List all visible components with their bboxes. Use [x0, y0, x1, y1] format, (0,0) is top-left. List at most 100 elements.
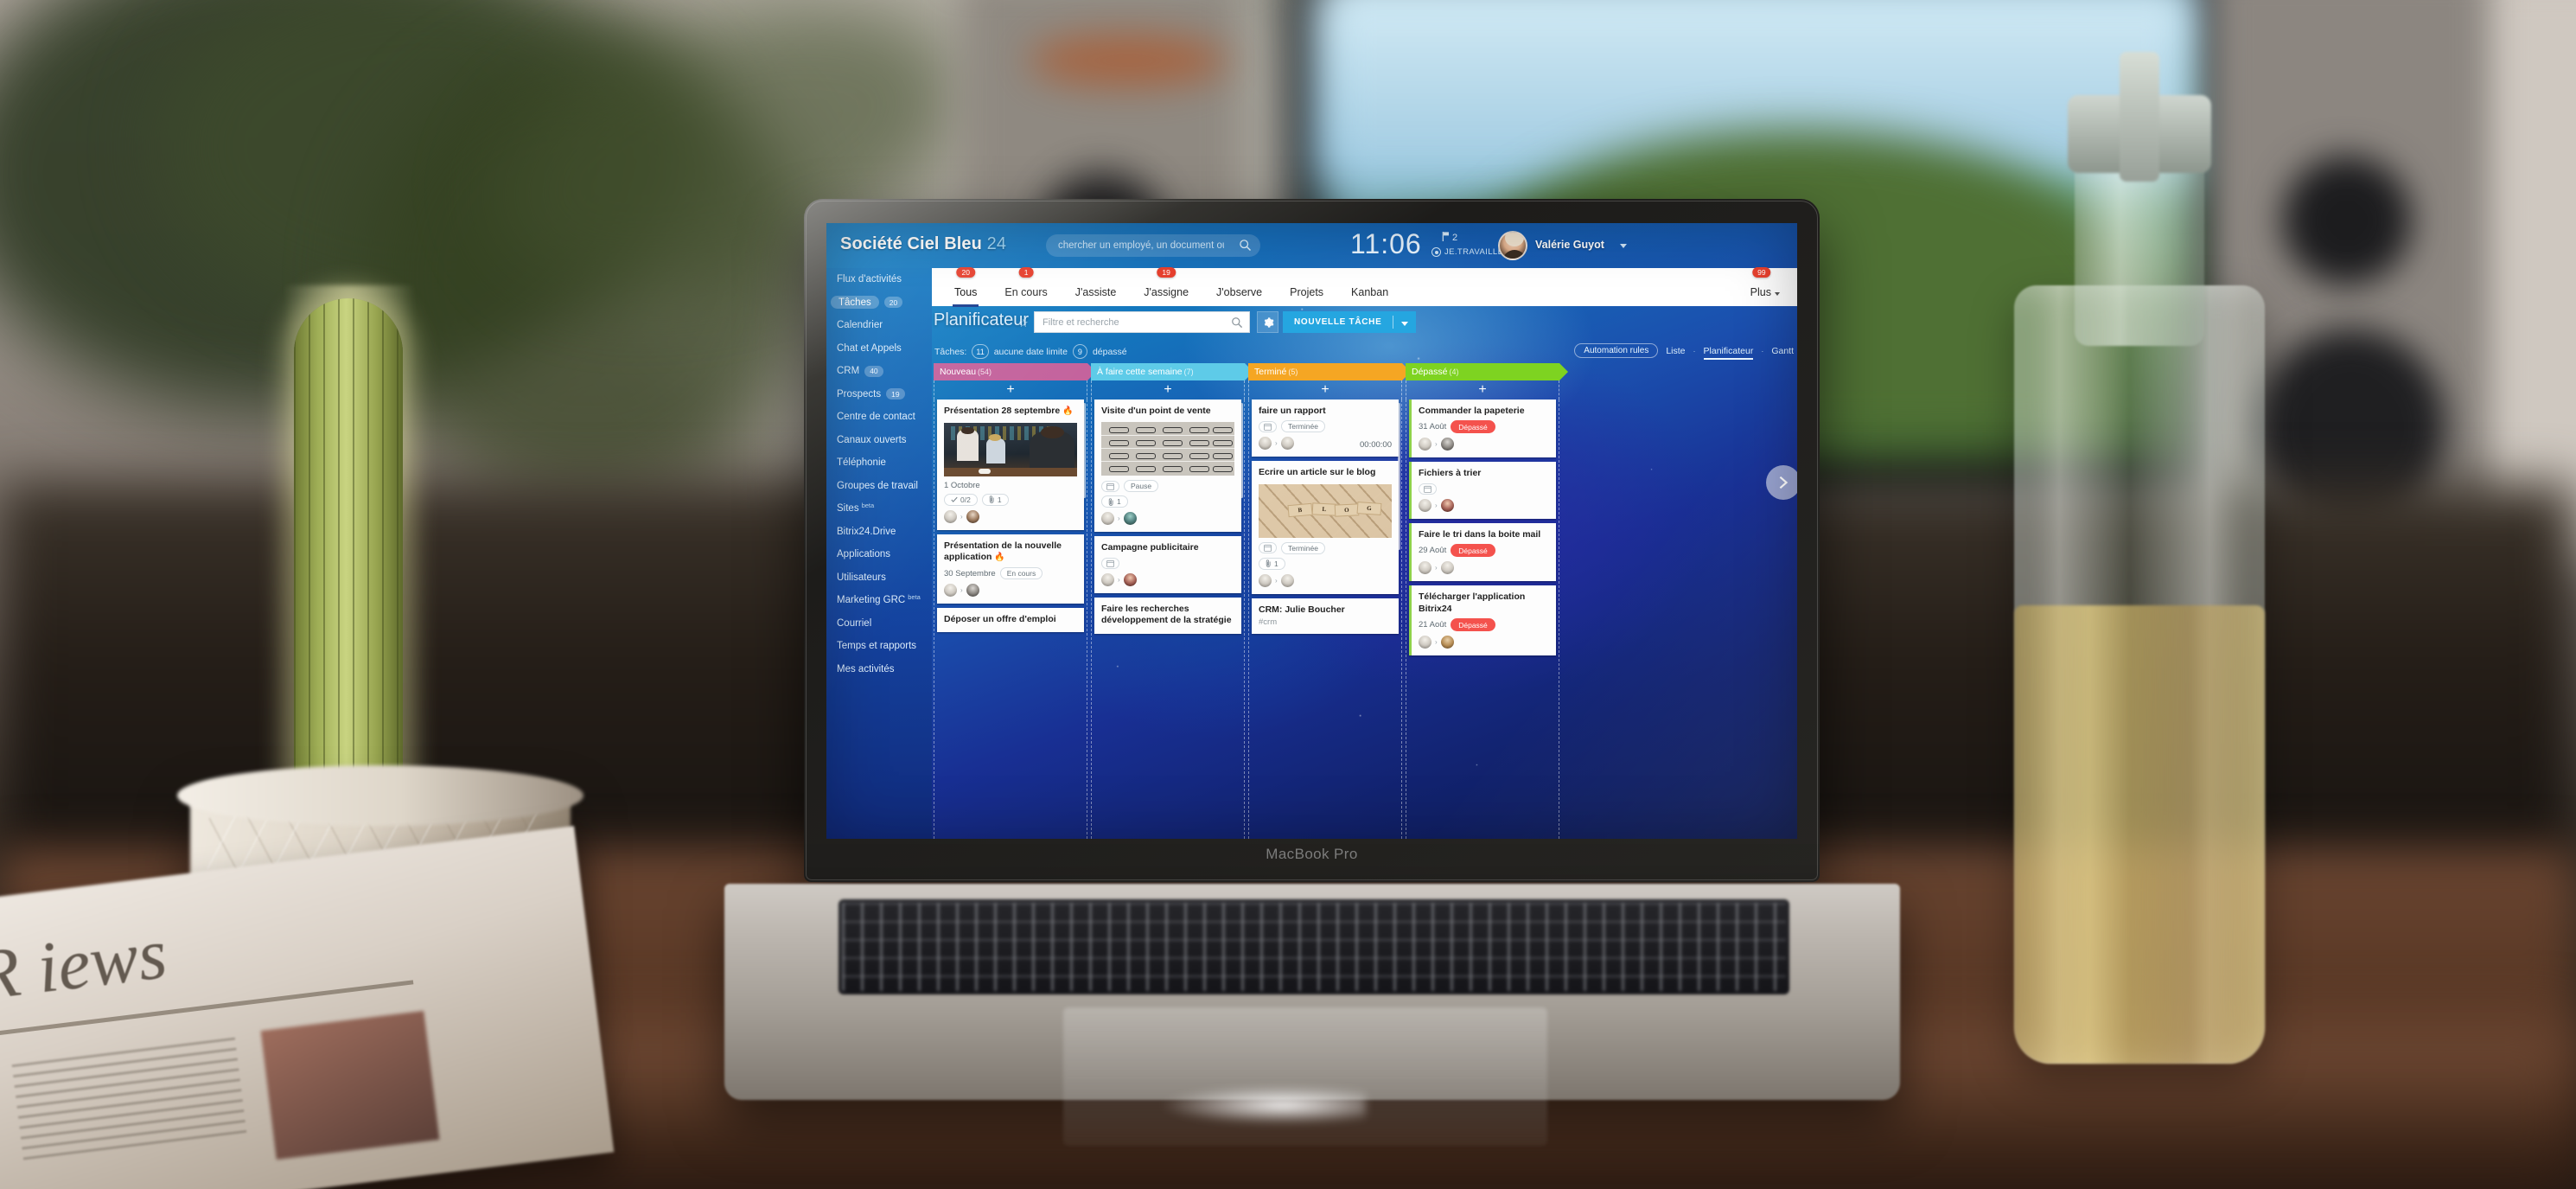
view-planificateur[interactable]: Planificateur: [1703, 346, 1753, 360]
sidebar-item-courriel[interactable]: Courriel: [826, 612, 932, 636]
work-status[interactable]: JE.TRAVAILLE: [1431, 247, 1503, 257]
avatar[interactable]: [1440, 636, 1454, 649]
sidebar-item-centre-contact[interactable]: Centre de contact: [826, 406, 932, 429]
sidebar-item-crm[interactable]: CRM 40: [826, 360, 932, 383]
calendar-badge[interactable]: [1101, 480, 1119, 492]
avatar[interactable]: [944, 509, 957, 523]
sidebar-item-prospects[interactable]: Prospects 19: [826, 383, 932, 406]
new-task-dropdown[interactable]: [1393, 315, 1416, 330]
filter-search[interactable]: [1034, 311, 1250, 333]
avatar[interactable]: [1123, 572, 1137, 586]
sidebar-item-marketing-grc[interactable]: Marketing GRC beta: [826, 589, 932, 612]
column-header[interactable]: Dépassé (4): [1406, 363, 1568, 380]
filter-search-input[interactable]: [1043, 312, 1215, 332]
calendar-badge[interactable]: [1259, 420, 1277, 432]
attachment-badge[interactable]: 1: [1259, 557, 1285, 570]
task-card[interactable]: Faire les recherches développement de la…: [1094, 597, 1241, 634]
column-header[interactable]: Terminé (5): [1248, 363, 1411, 380]
view-liste[interactable]: Liste: [1666, 346, 1685, 356]
checklist-badge[interactable]: 0/2: [944, 493, 978, 506]
sidebar-item-applications[interactable]: Applications: [826, 543, 932, 566]
sidebar-item-telephonie[interactable]: Téléphonie: [826, 451, 932, 475]
user-name[interactable]: Valérie Guyot: [1535, 239, 1604, 251]
task-card[interactable]: CRM: Julie Boucher #crm: [1252, 598, 1399, 635]
sidebar-item-drive[interactable]: Bitrix24.Drive: [826, 521, 932, 544]
task-card[interactable]: faire un rapport Terminée › 00:00:00: [1252, 400, 1399, 457]
sidebar-item-groupes[interactable]: Groupes de travail: [826, 475, 932, 498]
status-badge[interactable]: Terminée: [1281, 420, 1325, 433]
avatar[interactable]: [1440, 498, 1454, 512]
task-card[interactable]: Fichiers à trier ›: [1409, 462, 1556, 519]
calendar-badge[interactable]: [1419, 483, 1437, 495]
avatar[interactable]: [1419, 498, 1431, 512]
task-card[interactable]: Faire le tri dans la boite mail 29 Août …: [1409, 522, 1556, 582]
attachment-badge[interactable]: 1: [981, 493, 1009, 506]
no-deadline-label[interactable]: aucune date limite: [994, 347, 1068, 357]
column-header[interactable]: Nouveau (54): [934, 363, 1096, 380]
add-card-button[interactable]: +: [1406, 380, 1559, 400]
avatar[interactable]: [1419, 561, 1431, 575]
column-header[interactable]: À faire cette semaine (7): [1091, 363, 1253, 380]
calendar-badge[interactable]: [1259, 542, 1277, 554]
star-icon[interactable]: ☆: [1018, 316, 1029, 330]
tab-kanban[interactable]: Kanban: [1337, 286, 1402, 306]
tab-en-cours[interactable]: 1 En cours: [991, 267, 1061, 306]
brand-logo[interactable]: Société Ciel Bleu 24: [840, 234, 1006, 254]
add-card-button[interactable]: +: [1248, 380, 1402, 400]
global-search-input[interactable]: [1058, 234, 1224, 257]
avatar[interactable]: [966, 584, 979, 598]
next-column-button[interactable]: [1766, 465, 1797, 500]
sidebar-item-temps-rapports[interactable]: Temps et rapports: [826, 635, 932, 658]
sidebar-item-sites[interactable]: Sites beta: [826, 497, 932, 521]
task-card[interactable]: Déposer un offre d'emploi: [937, 608, 1084, 633]
avatar[interactable]: [1259, 573, 1272, 587]
sidebar-item-utilisateurs[interactable]: Utilisateurs: [826, 566, 932, 590]
keyboard-keys[interactable]: [842, 903, 1786, 991]
task-card[interactable]: Ecrire un article sur le blog B L O G Te…: [1252, 461, 1399, 594]
task-card[interactable]: Présentation de la nouvelle application …: [937, 534, 1084, 604]
laptop-trackpad[interactable]: [1063, 1007, 1547, 1146]
status-badge[interactable]: Dépassé: [1451, 420, 1495, 434]
avatar[interactable]: [1259, 437, 1272, 451]
overdue-label[interactable]: dépassé: [1093, 347, 1127, 357]
task-tag[interactable]: #crm: [1259, 617, 1392, 627]
attachment-badge[interactable]: 1: [1101, 495, 1128, 508]
avatar[interactable]: [944, 584, 957, 598]
tab-plus[interactable]: 99 Plus: [1737, 267, 1787, 306]
avatar[interactable]: [1419, 636, 1431, 649]
chevron-down-icon[interactable]: [1620, 244, 1627, 248]
overdue-count[interactable]: 9: [1072, 344, 1087, 359]
add-card-button[interactable]: +: [934, 380, 1087, 400]
add-card-button[interactable]: +: [1091, 380, 1245, 400]
view-gantt[interactable]: Gantt: [1771, 346, 1794, 356]
avatar[interactable]: [1123, 512, 1137, 526]
tab-projets[interactable]: Projets: [1276, 286, 1337, 306]
avatar[interactable]: [1498, 231, 1527, 260]
status-badge[interactable]: Terminée: [1281, 541, 1325, 554]
avatar[interactable]: [1419, 438, 1431, 451]
status-badge[interactable]: En cours: [999, 567, 1043, 580]
tab-jassiste[interactable]: J'assiste: [1062, 286, 1131, 306]
status-badge[interactable]: Dépassé: [1451, 618, 1495, 632]
sidebar-item-canaux[interactable]: Canaux ouverts: [826, 429, 932, 452]
global-search[interactable]: [1046, 234, 1260, 257]
sidebar-item-chat[interactable]: Chat et Appels: [826, 337, 932, 361]
task-card[interactable]: Télécharger l'application Bitrix24 21 Ao…: [1409, 585, 1556, 656]
avatar[interactable]: [1101, 512, 1114, 526]
sidebar-item-mes-activites[interactable]: Mes activités: [826, 658, 932, 681]
avatar[interactable]: [1440, 561, 1454, 575]
laptop-keyboard[interactable]: [838, 899, 1789, 994]
task-card[interactable]: Visite d'un point de vente Pause 1 ›: [1094, 400, 1241, 533]
tab-jobserve[interactable]: J'observe: [1202, 286, 1276, 306]
avatar[interactable]: [966, 509, 979, 523]
notifications[interactable]: 2: [1442, 232, 1457, 243]
status-badge[interactable]: Pause: [1124, 480, 1159, 493]
sidebar-item-flux[interactable]: Flux d'activités: [826, 268, 932, 291]
avatar[interactable]: [1280, 573, 1294, 587]
tab-jassigne[interactable]: 19 J'assigne: [1130, 267, 1202, 306]
sidebar-item-taches[interactable]: Tâches 20: [826, 291, 932, 315]
sidebar-item-calendrier[interactable]: Calendrier: [826, 314, 932, 337]
avatar[interactable]: [1280, 437, 1294, 451]
calendar-badge[interactable]: [1101, 557, 1119, 569]
settings-button[interactable]: [1257, 311, 1278, 333]
